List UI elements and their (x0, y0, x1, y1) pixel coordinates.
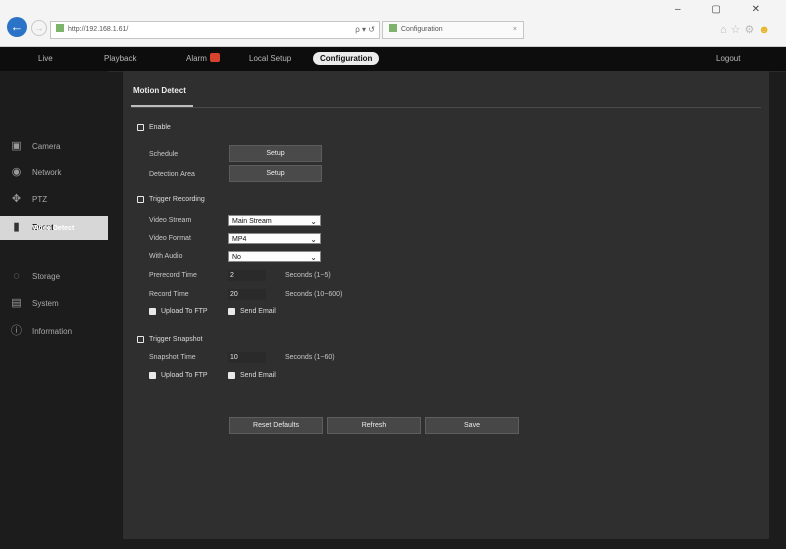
gear-icon: ⚙ (744, 24, 759, 36)
sidebar-item-storage[interactable]: ◌ Storage (0, 265, 108, 289)
browser-tab[interactable]: Configuration × (382, 21, 524, 39)
tab-title: Configuration (401, 26, 443, 33)
sidebar-item-label: PTZ (32, 195, 48, 204)
sidebar-item-label: Storage (32, 272, 61, 281)
video-stream-label: Video Stream (149, 217, 192, 224)
camera-icon: ▣ (11, 140, 22, 152)
nav-live[interactable]: Live (38, 53, 53, 65)
nav-playback[interactable]: Playback (104, 53, 136, 65)
snapshot-time-hint: Seconds (1~60) (285, 354, 335, 361)
star-icon: ☆ (730, 24, 745, 36)
rec-upload-ftp-checkbox[interactable] (149, 308, 156, 315)
sidebar: ▣ Camera ◉ Network ✥ PTZ ▮ Event Video D… (0, 71, 108, 549)
sidebar-subitem-video-detect[interactable]: Video Detect (32, 222, 74, 236)
tab-page-icon (389, 24, 397, 32)
snapshot-time-input[interactable] (228, 352, 266, 363)
trigger-snapshot-label: Trigger Snapshot (149, 336, 203, 343)
address-url: http://192.168.1.61/ (68, 26, 129, 33)
ptz-icon: ✥ (11, 193, 22, 205)
snap-upload-ftp-checkbox[interactable] (149, 372, 156, 379)
rec-send-email-label: Send Email (240, 308, 276, 315)
schedule-setup-button[interactable]: Setup (229, 145, 322, 162)
with-audio-select[interactable]: No ⌄ (228, 251, 321, 262)
sidebar-item-ptz[interactable]: ✥ PTZ (0, 188, 108, 212)
storage-icon: ◌ (13, 270, 20, 282)
search-refresh-icons[interactable]: ρ ▾ ↺ (355, 22, 375, 38)
browser-chrome: ← → http://192.168.1.61/ ρ ▾ ↺ Configura… (0, 0, 786, 47)
back-arrow-icon[interactable]: ← (7, 17, 27, 37)
refresh-button[interactable]: Refresh (327, 417, 421, 434)
trigger-recording-label: Trigger Recording (149, 196, 205, 203)
browser-toolbar-icons[interactable]: ⌂☆⚙☻ (720, 23, 774, 36)
snap-upload-ftp-label: Upload To FTP (161, 372, 208, 379)
home-icon: ⌂ (720, 24, 731, 36)
record-time-input[interactable] (228, 289, 266, 300)
with-audio-label: With Audio (149, 253, 183, 260)
trigger-snapshot-checkbox[interactable] (137, 336, 144, 343)
rec-send-email-checkbox[interactable] (228, 308, 235, 315)
prerecord-time-input[interactable] (228, 270, 266, 281)
rec-upload-ftp-label: Upload To FTP (161, 308, 208, 315)
sidebar-item-network[interactable]: ◉ Network (0, 161, 108, 185)
camera-web-app: Live Playback Alarm Local Setup Configur… (0, 47, 786, 549)
motion-detect-panel: Motion Detect Enable Schedule Setup Dete… (123, 71, 769, 539)
forward-arrow-icon[interactable]: → (31, 20, 47, 36)
window-controls[interactable]: – ▢ ✕ (675, 4, 774, 15)
sidebar-item-label: System (32, 299, 59, 308)
sidebar-item-system[interactable]: ▤ System (0, 292, 108, 316)
address-bar[interactable]: http://192.168.1.61/ ρ ▾ ↺ (50, 21, 380, 39)
record-time-label: Record Time (149, 291, 189, 298)
video-format-label: Video Format (149, 235, 191, 242)
snap-send-email-label: Send Email (240, 372, 276, 379)
detection-area-setup-button[interactable]: Setup (229, 165, 322, 182)
panel-title: Motion Detect (133, 86, 186, 95)
enable-label: Enable (149, 124, 171, 131)
video-format-value: MP4 (232, 236, 247, 243)
tab-close-icon[interactable]: × (513, 22, 517, 38)
snapshot-time-label: Snapshot Time (149, 354, 196, 361)
sidebar-item-label: Information (32, 327, 73, 336)
detection-area-label: Detection Area (149, 171, 195, 178)
trigger-recording-checkbox[interactable] (137, 196, 144, 203)
chevron-down-icon: ⌄ (310, 235, 317, 244)
sidebar-item-information[interactable]: ⓘ Information (0, 320, 108, 344)
reset-defaults-button[interactable]: Reset Defaults (229, 417, 323, 434)
chevron-down-icon: ⌄ (310, 217, 317, 226)
system-icon: ▤ (11, 297, 22, 309)
nav-configuration[interactable]: Configuration (313, 52, 380, 65)
network-icon: ◉ (11, 166, 22, 178)
snap-send-email-checkbox[interactable] (228, 372, 235, 379)
video-stream-value: Main Stream (232, 218, 272, 225)
video-format-select[interactable]: MP4 ⌄ (228, 233, 321, 244)
prerecord-time-hint: Seconds (1~5) (285, 272, 331, 279)
chevron-down-icon: ⌄ (310, 253, 317, 262)
page-icon (56, 24, 64, 32)
sidebar-item-camera[interactable]: ▣ Camera (0, 135, 108, 159)
enable-checkbox[interactable] (137, 124, 144, 131)
nav-logout[interactable]: Logout (716, 53, 740, 65)
prerecord-time-label: Prerecord Time (149, 272, 197, 279)
with-audio-value: No (232, 254, 241, 261)
sidebar-item-label: Network (32, 168, 62, 177)
alarm-badge-icon (209, 53, 220, 62)
video-stream-select[interactable]: Main Stream ⌄ (228, 215, 321, 226)
feedback-icon: ☻ (758, 24, 774, 36)
nav-alarm[interactable]: Alarm (186, 53, 220, 65)
save-button[interactable]: Save (425, 417, 519, 434)
record-time-hint: Seconds (10~600) (285, 291, 343, 298)
information-icon: ⓘ (11, 325, 22, 337)
top-navigation: Live Playback Alarm Local Setup Configur… (0, 47, 786, 72)
event-icon: ▮ (13, 221, 20, 233)
schedule-label: Schedule (149, 151, 179, 158)
nav-alarm-label: Alarm (186, 54, 207, 63)
sidebar-item-label: Camera (32, 142, 61, 151)
nav-local-setup[interactable]: Local Setup (249, 53, 291, 65)
title-divider (131, 107, 761, 108)
